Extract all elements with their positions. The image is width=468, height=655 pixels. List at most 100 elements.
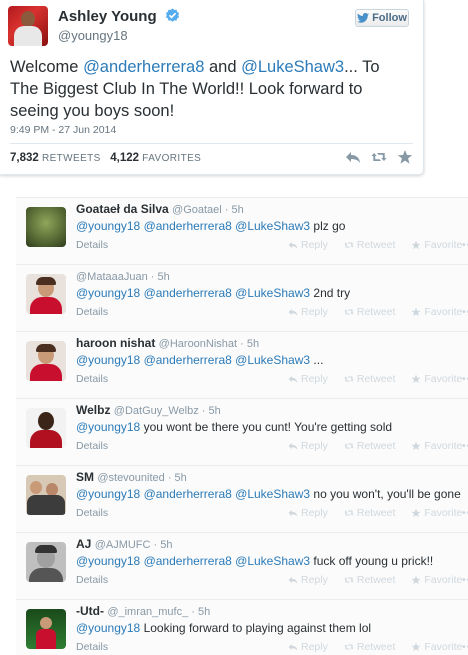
more-options-icon[interactable]: ••• bbox=[462, 239, 468, 251]
retweet-action[interactable]: Retweet bbox=[344, 574, 395, 586]
user-name[interactable]: haroon nishat bbox=[76, 336, 159, 350]
user-handle[interactable]: @DatGuy_Welbz bbox=[114, 405, 199, 417]
reply-action[interactable]: Reply bbox=[288, 507, 328, 519]
follow-button[interactable]: Follow bbox=[355, 9, 409, 27]
retweet-action[interactable]: Retweet bbox=[344, 440, 395, 452]
user-handle[interactable]: @_imran_mufc_ bbox=[107, 606, 188, 618]
favorites-label[interactable]: FAVORITES bbox=[142, 153, 201, 164]
more-options-icon[interactable]: ••• bbox=[462, 507, 468, 519]
reply-tweet[interactable]: SM @stevounited · 5h @youngy18 @anderherr… bbox=[16, 465, 468, 532]
reply-action[interactable]: Reply bbox=[288, 440, 328, 452]
mention-link[interactable]: @youngy18 bbox=[76, 621, 140, 635]
user-handle[interactable]: @MataaaJuan bbox=[76, 271, 148, 283]
retweets-label[interactable]: RETWEETS bbox=[42, 153, 101, 164]
reply-time[interactable]: · 5h bbox=[222, 204, 244, 216]
reply-tweet[interactable]: -Utd- @_imran_mufc_ · 5h @youngy18 Lookin… bbox=[16, 599, 468, 655]
reply-action[interactable]: Reply bbox=[288, 306, 328, 318]
reply-tweet[interactable]: @MataaaJuan · 5h @youngy18 @anderherrera8… bbox=[16, 264, 468, 331]
reply-tweet[interactable]: Goataeł da Silva @Goatael · 5h @youngy18 … bbox=[16, 197, 468, 264]
user-name[interactable]: AJ bbox=[76, 537, 95, 551]
mention-link[interactable]: @LukeShaw3 bbox=[235, 286, 310, 300]
favorites-count[interactable]: 4,122 bbox=[110, 152, 139, 164]
retweet-action[interactable]: Retweet bbox=[344, 306, 395, 318]
mention-link[interactable]: @anderherrera8 bbox=[83, 58, 204, 76]
reply-tweet[interactable]: AJ @AJMUFC · 5h @youngy18 @anderherrera8 … bbox=[16, 532, 468, 599]
reply-action[interactable]: Reply bbox=[288, 373, 328, 385]
retweet-action[interactable]: Retweet bbox=[344, 239, 395, 251]
favorite-action[interactable]: Favorite bbox=[411, 440, 462, 452]
author-name-text[interactable]: Ashley Young bbox=[58, 8, 157, 25]
details-link[interactable]: Details bbox=[76, 440, 108, 452]
reply-action[interactable]: Reply bbox=[288, 239, 328, 251]
retweet-action[interactable]: Retweet bbox=[344, 507, 395, 519]
favorite-action[interactable]: Favorite bbox=[411, 641, 462, 653]
mention-link[interactable]: @youngy18 bbox=[76, 286, 140, 300]
more-options-icon[interactable]: ••• bbox=[462, 574, 468, 586]
details-link[interactable]: Details bbox=[76, 574, 108, 586]
reply-action[interactable]: Reply bbox=[288, 574, 328, 586]
mention-link[interactable]: @LukeShaw3 bbox=[235, 554, 310, 568]
user-avatar[interactable] bbox=[26, 207, 66, 247]
author-handle[interactable]: @youngy18 bbox=[58, 28, 128, 43]
mention-link[interactable]: @youngy18 bbox=[76, 219, 140, 233]
more-options-icon[interactable]: ••• bbox=[462, 373, 468, 385]
reply-action[interactable]: Reply bbox=[288, 641, 328, 653]
reply-time[interactable]: · 5h bbox=[150, 539, 173, 551]
reply-time[interactable]: · 5h bbox=[148, 271, 170, 283]
user-avatar[interactable] bbox=[26, 341, 66, 381]
user-name[interactable]: Welbz bbox=[76, 403, 114, 417]
reply-time[interactable]: · 5h bbox=[165, 472, 187, 484]
mention-link[interactable]: @LukeShaw3 bbox=[235, 487, 310, 501]
user-avatar[interactable] bbox=[26, 609, 66, 649]
mention-link[interactable]: @anderherrera8 bbox=[144, 286, 232, 300]
author-avatar[interactable] bbox=[8, 6, 48, 46]
user-avatar[interactable] bbox=[26, 542, 66, 582]
favorite-action[interactable]: Favorite bbox=[411, 507, 462, 519]
mention-link[interactable]: @youngy18 bbox=[76, 420, 140, 434]
details-link[interactable]: Details bbox=[76, 306, 108, 318]
user-name[interactable]: Goataeł da Silva bbox=[76, 202, 172, 216]
retweet-icon[interactable] bbox=[371, 149, 387, 165]
author-name[interactable]: Ashley Young bbox=[58, 8, 180, 25]
favorite-action[interactable]: Favorite bbox=[411, 306, 462, 318]
mention-link[interactable]: @LukeShaw3 bbox=[241, 58, 344, 76]
more-options-icon[interactable]: ••• bbox=[462, 440, 468, 452]
reply-time[interactable]: · 5h bbox=[237, 338, 259, 350]
details-link[interactable]: Details bbox=[76, 239, 108, 251]
reply-time[interactable]: · 5h bbox=[188, 606, 210, 618]
user-name[interactable]: -Utd- bbox=[76, 604, 107, 618]
reply-icon[interactable] bbox=[345, 149, 361, 165]
mention-link[interactable]: @anderherrera8 bbox=[144, 353, 232, 367]
user-avatar[interactable] bbox=[26, 408, 66, 448]
user-avatar[interactable] bbox=[26, 475, 66, 515]
mention-link[interactable]: @anderherrera8 bbox=[144, 554, 232, 568]
mention-link[interactable]: @anderherrera8 bbox=[144, 487, 232, 501]
mention-link[interactable]: @youngy18 bbox=[76, 554, 140, 568]
user-avatar[interactable] bbox=[26, 274, 66, 314]
user-name[interactable]: SM bbox=[76, 470, 97, 484]
reply-time[interactable]: · 5h bbox=[199, 405, 221, 417]
mention-link[interactable]: @LukeShaw3 bbox=[235, 219, 310, 233]
mention-link[interactable]: @anderherrera8 bbox=[144, 219, 232, 233]
details-link[interactable]: Details bbox=[76, 507, 108, 519]
favorite-action[interactable]: Favorite bbox=[411, 574, 462, 586]
details-link[interactable]: Details bbox=[76, 373, 108, 385]
more-options-icon[interactable]: ••• bbox=[462, 306, 468, 318]
user-handle[interactable]: @HaroonNishat bbox=[159, 338, 237, 350]
favorite-action[interactable]: Favorite bbox=[411, 239, 462, 251]
mention-link[interactable]: @LukeShaw3 bbox=[235, 353, 310, 367]
reply-tweet[interactable]: haroon nishat @HaroonNishat · 5h @youngy1… bbox=[16, 331, 468, 398]
more-options-icon[interactable]: ••• bbox=[462, 641, 468, 653]
retweet-action[interactable]: Retweet bbox=[344, 641, 395, 653]
retweet-action[interactable]: Retweet bbox=[344, 373, 395, 385]
retweets-count[interactable]: 7,832 bbox=[10, 152, 39, 164]
details-link[interactable]: Details bbox=[76, 641, 108, 653]
mention-link[interactable]: @youngy18 bbox=[76, 487, 140, 501]
favorite-icon[interactable] bbox=[397, 149, 413, 165]
user-handle[interactable]: @Goatael bbox=[172, 204, 222, 216]
tweet-timestamp[interactable]: 9:49 PM - 27 Jun 2014 bbox=[10, 124, 116, 136]
reply-tweet[interactable]: Welbz @DatGuy_Welbz · 5h @youngy18 you wo… bbox=[16, 398, 468, 465]
user-handle[interactable]: @AJMUFC bbox=[95, 539, 151, 551]
mention-link[interactable]: @youngy18 bbox=[76, 353, 140, 367]
user-handle[interactable]: @stevounited bbox=[97, 472, 164, 484]
